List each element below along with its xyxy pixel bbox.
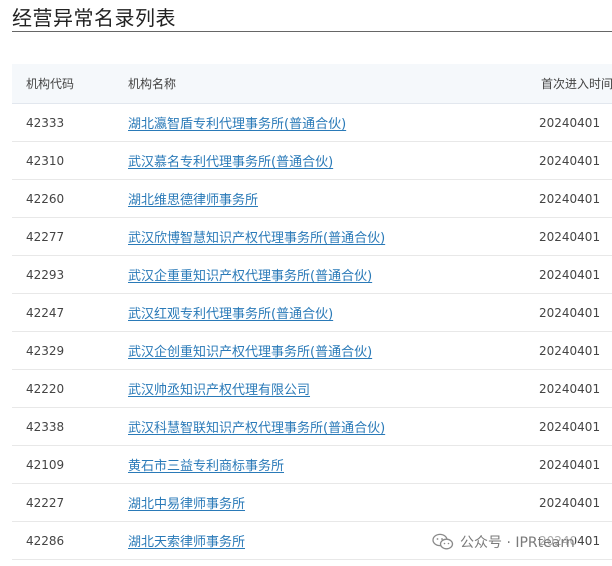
org-code: 42333 (26, 115, 65, 130)
org-code: 42286 (26, 533, 65, 548)
table-row: 42293 武汉企重重知识产权代理事务所(普通合伙) 20240401 (12, 256, 612, 294)
org-code: 42310 (26, 153, 65, 168)
table-row: 42227 湖北中易律师事务所 20240401 (12, 484, 612, 522)
title-divider (12, 31, 612, 32)
org-code: 42109 (26, 457, 65, 472)
page-title: 经营异常名录列表 (12, 6, 176, 30)
table-row: 42109 黄石市三益专利商标事务所 20240401 (12, 446, 612, 484)
entry-date: 20240401 (539, 229, 601, 244)
entry-date: 20240401 (539, 191, 601, 206)
table-row: 42260 湖北维思德律师事务所 20240401 (12, 180, 612, 218)
table-row: 42338 武汉科慧智联知识产权代理事务所(普通合伙) 20240401 (12, 408, 612, 446)
org-name-link[interactable]: 武汉企重重知识产权代理事务所(普通合伙) (128, 265, 372, 284)
org-name-link[interactable]: 武汉科慧智联知识产权代理事务所(普通合伙) (128, 417, 385, 436)
org-name-link[interactable]: 武汉企创重知识产权代理事务所(普通合伙) (128, 341, 372, 360)
org-name-link[interactable]: 武汉欣博智慧知识产权代理事务所(普通合伙) (128, 227, 385, 246)
entry-date: 20240401 (539, 267, 601, 282)
org-name-link[interactable]: 湖北中易律师事务所 (128, 493, 245, 512)
entry-date: 20240401 (539, 495, 601, 510)
org-code: 42247 (26, 305, 65, 320)
entry-date: 20240401 (539, 305, 601, 320)
table-row: 42277 武汉欣博智慧知识产权代理事务所(普通合伙) 20240401 (12, 218, 612, 256)
org-name-link[interactable]: 湖北维思德律师事务所 (128, 189, 258, 208)
table-row: 42333 湖北瀛智盾专利代理事务所(普通合伙) 20240401 (12, 104, 612, 142)
entry-date: 20240401 (539, 457, 601, 472)
entry-date: 20240401 (539, 153, 601, 168)
org-name-link[interactable]: 黄石市三益专利商标事务所 (128, 455, 284, 474)
table-row: 42247 武汉红观专利代理事务所(普通合伙) 20240401 (12, 294, 612, 332)
org-name-link[interactable]: 湖北瀛智盾专利代理事务所(普通合伙) (128, 113, 346, 132)
entry-date: 20240401 (539, 419, 601, 434)
entry-date: 20240401 (539, 381, 601, 396)
page: 经营异常名录列表 机构代码 机构名称 首次进入时间 42333 湖北瀛智盾专利代… (0, 0, 612, 566)
watermark-text: 公众号 · IPRtearn (460, 535, 575, 551)
wechat-icon (432, 533, 454, 550)
org-name-link[interactable]: 武汉慕名专利代理事务所(普通合伙) (128, 151, 333, 170)
org-name-link[interactable]: 湖北天索律师事务所 (128, 531, 245, 550)
org-name-link[interactable]: 武汉帅丞知识产权代理有限公司 (128, 379, 310, 398)
column-header-date: 首次进入时间 (541, 64, 612, 103)
watermark: 公众号 · IPRtearn (432, 528, 575, 556)
org-code: 42338 (26, 419, 65, 434)
org-code: 42293 (26, 267, 65, 282)
table-header-row: 机构代码 机构名称 首次进入时间 (12, 64, 612, 104)
column-header-code: 机构代码 (26, 77, 75, 91)
org-code: 42227 (26, 495, 65, 510)
org-code: 42260 (26, 191, 65, 206)
table-row: 42220 武汉帅丞知识产权代理有限公司 20240401 (12, 370, 612, 408)
table-row: 42310 武汉慕名专利代理事务所(普通合伙) 20240401 (12, 142, 612, 180)
abnormal-list-table: 机构代码 机构名称 首次进入时间 42333 湖北瀛智盾专利代理事务所(普通合伙… (12, 64, 612, 560)
entry-date: 20240401 (539, 343, 601, 358)
table-row: 42329 武汉企创重知识产权代理事务所(普通合伙) 20240401 (12, 332, 612, 370)
org-code: 42329 (26, 343, 65, 358)
column-header-name: 机构名称 (128, 64, 528, 103)
entry-date: 20240401 (539, 115, 601, 130)
org-code: 42220 (26, 381, 65, 396)
org-name-link[interactable]: 武汉红观专利代理事务所(普通合伙) (128, 303, 333, 322)
org-code: 42277 (26, 229, 65, 244)
